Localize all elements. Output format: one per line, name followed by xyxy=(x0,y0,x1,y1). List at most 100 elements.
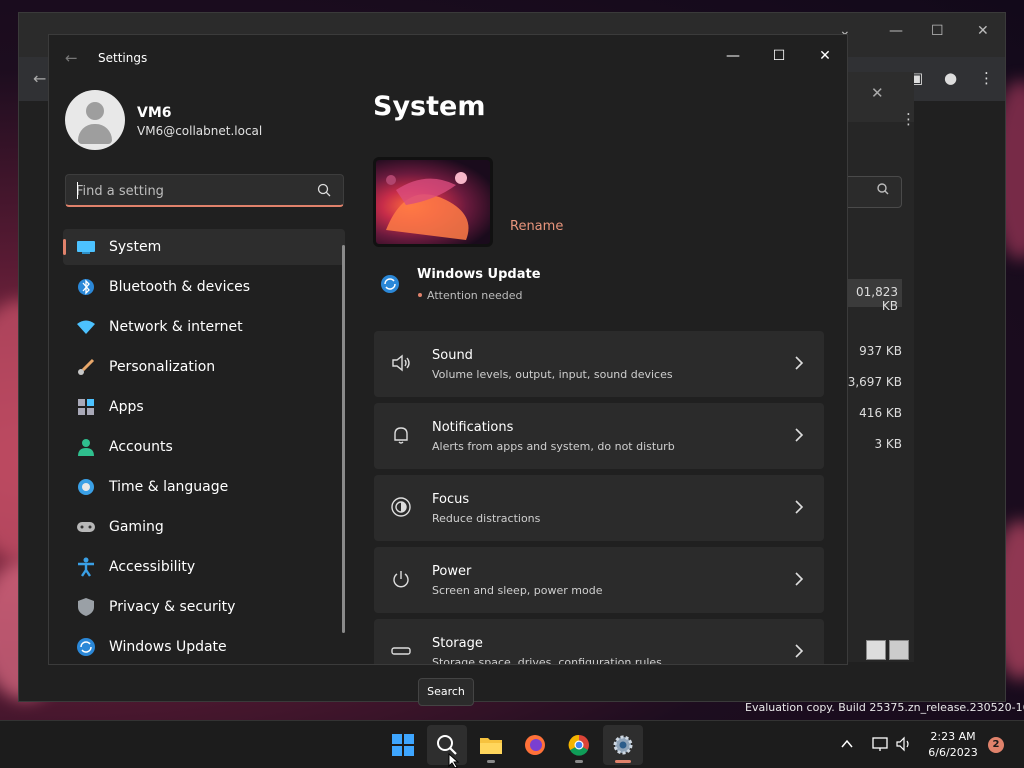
back-arrow-icon[interactable]: ← xyxy=(65,49,78,67)
profile-icon[interactable]: ● xyxy=(944,69,957,87)
taskbar-chrome[interactable] xyxy=(559,725,599,765)
taskbar-settings[interactable] xyxy=(603,725,643,765)
nav-label: Bluetooth & devices xyxy=(109,279,251,295)
more-menu-icon[interactable]: ⋮ xyxy=(979,69,994,87)
close-button[interactable]: ✕ xyxy=(802,41,847,71)
nav-item-apps[interactable]: Apps xyxy=(63,389,345,425)
file-size-cell[interactable]: 937 KB xyxy=(840,344,902,358)
gamepad-icon xyxy=(75,516,97,538)
accessibility-icon xyxy=(75,556,97,578)
nav-label: Privacy & security xyxy=(109,599,236,615)
nav-item-system[interactable]: System xyxy=(63,229,345,265)
text-caret xyxy=(77,182,78,199)
close-icon[interactable]: ✕ xyxy=(871,84,884,102)
nav-label: Personalization xyxy=(109,359,216,375)
nav-item-windows-update[interactable]: Windows Update xyxy=(63,629,345,664)
settings-nav: System Bluetooth & devices Network & int… xyxy=(63,229,345,664)
rename-link[interactable]: Rename xyxy=(510,219,563,234)
card-subtitle: Storage space, drives, configuration rul… xyxy=(432,656,662,665)
nav-item-network[interactable]: Network & internet xyxy=(63,309,345,345)
user-email: VM6@collabnet.local xyxy=(137,124,263,138)
nav-item-accounts[interactable]: Accounts xyxy=(63,429,345,465)
nav-scrollbar[interactable] xyxy=(342,245,345,633)
user-name: VM6 xyxy=(137,105,172,121)
card-title: Focus xyxy=(432,492,470,507)
nav-item-gaming[interactable]: Gaming xyxy=(63,509,345,545)
windows-update-status: Attention needed xyxy=(427,289,523,302)
card-title: Notifications xyxy=(432,420,514,435)
gear-icon xyxy=(613,735,633,755)
search-icon xyxy=(877,183,889,195)
nav-item-accessibility[interactable]: Accessibility xyxy=(63,549,345,585)
card-power[interactable]: Power Screen and sleep, power mode xyxy=(374,547,824,613)
wifi-icon xyxy=(75,316,97,338)
nav-item-personalization[interactable]: Personalization xyxy=(63,349,345,385)
card-notifications[interactable]: Notifications Alerts from apps and syste… xyxy=(374,403,824,469)
evaluation-watermark: Evaluation copy. Build 25375.zn_release.… xyxy=(745,701,1024,714)
app-title: Settings xyxy=(98,51,148,65)
start-button[interactable] xyxy=(383,725,423,765)
card-title: Storage xyxy=(432,636,483,651)
chevron-right-icon xyxy=(795,428,804,442)
taskbar-file-explorer[interactable] xyxy=(471,725,511,765)
running-indicator xyxy=(487,760,495,763)
minimize-button[interactable]: — xyxy=(710,41,756,71)
taskbar-firefox[interactable] xyxy=(515,725,555,765)
clock-date: 6/6/2023 xyxy=(928,746,978,759)
chrome-icon xyxy=(568,734,589,756)
windows-logo-icon xyxy=(392,734,414,756)
taskbar-search-button[interactable] xyxy=(427,725,467,765)
apps-icon xyxy=(75,396,97,418)
chevron-right-icon xyxy=(795,644,804,658)
folder-icon xyxy=(480,738,502,754)
back-icon[interactable]: ← xyxy=(33,69,46,88)
nav-label: Gaming xyxy=(109,519,164,535)
notification-badge[interactable]: 2 xyxy=(988,737,1004,753)
nav-item-time-language[interactable]: Time & language xyxy=(63,469,345,505)
card-storage[interactable]: Storage Storage space, drives, configura… xyxy=(374,619,824,665)
search-icon[interactable] xyxy=(317,183,331,197)
settings-cards: Sound Volume levels, output, input, soun… xyxy=(374,331,824,665)
close-icon[interactable]: ✕ xyxy=(977,23,989,39)
maximize-button[interactable]: ☐ xyxy=(756,41,802,71)
active-indicator xyxy=(615,760,631,763)
taskbar-clock[interactable]: 2:23 AM 6/6/2023 xyxy=(922,729,984,761)
firefox-icon xyxy=(525,735,545,755)
minimize-icon[interactable]: — xyxy=(889,23,903,39)
nav-label: Accessibility xyxy=(109,559,196,575)
windows-update-title[interactable]: Windows Update xyxy=(417,267,541,282)
card-subtitle: Reduce distractions xyxy=(432,512,541,525)
search-input[interactable] xyxy=(76,181,306,201)
page-title: System xyxy=(373,91,486,122)
nav-item-privacy[interactable]: Privacy & security xyxy=(63,589,345,625)
volume-icon[interactable] xyxy=(895,735,913,753)
network-icon[interactable] xyxy=(871,735,889,753)
maximize-icon[interactable]: ☐ xyxy=(931,23,944,39)
focus-icon xyxy=(391,497,411,517)
nav-item-bluetooth[interactable]: Bluetooth & devices xyxy=(63,269,345,305)
file-size-cell[interactable]: 01,823 KB xyxy=(840,279,902,313)
desktop-background-thumbnail[interactable] xyxy=(373,157,493,247)
chevron-right-icon xyxy=(795,572,804,586)
chevron-up-icon[interactable] xyxy=(840,737,854,751)
settings-search-box[interactable] xyxy=(65,174,344,207)
nav-label: Windows Update xyxy=(109,639,227,655)
tiles-view-icon[interactable] xyxy=(889,640,909,660)
nav-label: Network & internet xyxy=(109,319,243,335)
user-avatar[interactable] xyxy=(65,90,125,150)
details-view-icon[interactable] xyxy=(866,640,886,660)
card-subtitle: Screen and sleep, power mode xyxy=(432,584,603,597)
card-sound[interactable]: Sound Volume levels, output, input, soun… xyxy=(374,331,824,397)
file-size-cell[interactable]: 3 KB xyxy=(840,437,902,451)
file-size-cell[interactable]: 3,697 KB xyxy=(840,375,902,389)
chevron-right-icon xyxy=(795,500,804,514)
card-focus[interactable]: Focus Reduce distractions xyxy=(374,475,824,541)
file-size-cell[interactable]: 416 KB xyxy=(840,406,902,420)
update-icon xyxy=(75,636,97,658)
search-tooltip: Search xyxy=(418,678,474,706)
more-menu-icon[interactable]: ⋮ xyxy=(901,110,916,128)
system-icon xyxy=(75,236,97,258)
power-icon xyxy=(393,571,409,588)
card-subtitle: Volume levels, output, input, sound devi… xyxy=(432,368,673,381)
avatar-head xyxy=(86,102,104,120)
